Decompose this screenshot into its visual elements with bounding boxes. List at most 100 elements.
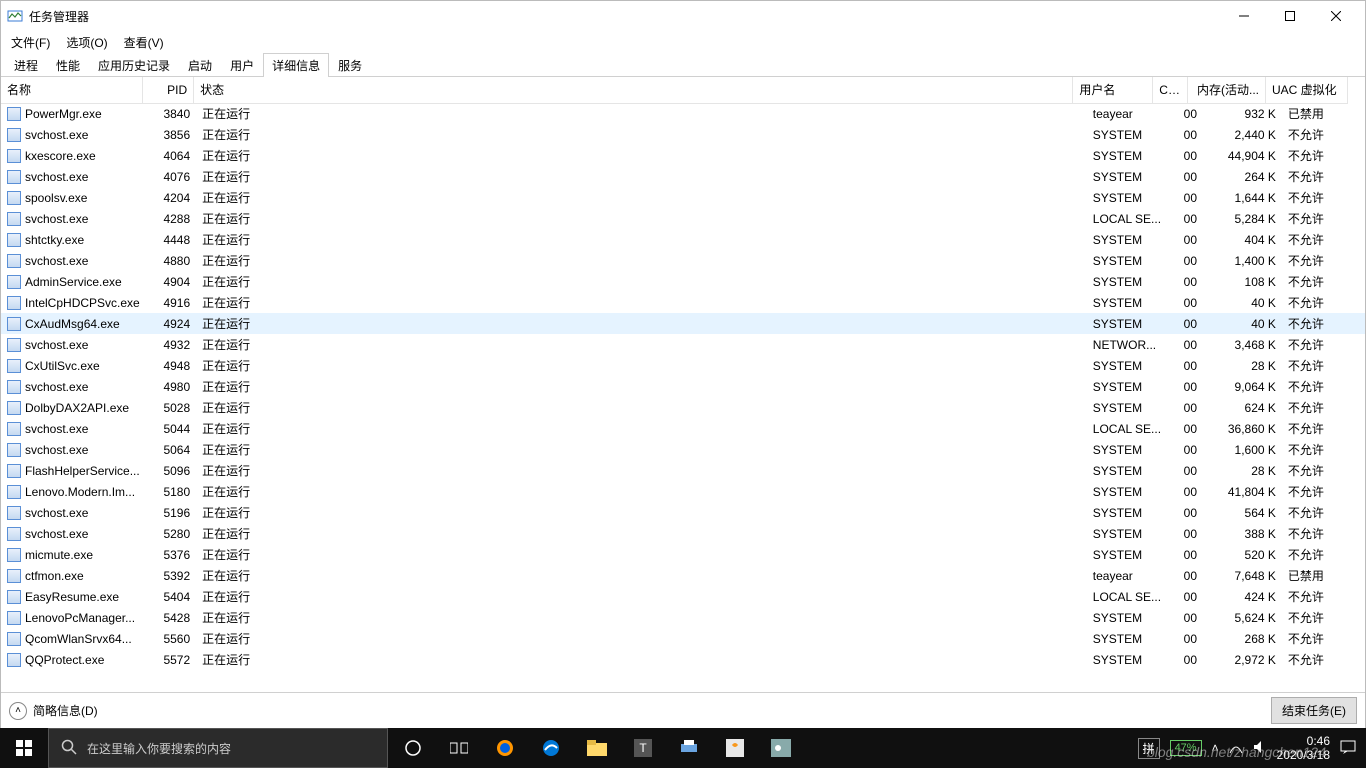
- table-row[interactable]: svchost.exe4980正在运行SYSTEM009,064 K不允许: [1, 376, 1365, 397]
- cell-cpu: 00: [1168, 229, 1203, 250]
- table-row[interactable]: svchost.exe4076正在运行SYSTEM00264 K不允许: [1, 166, 1365, 187]
- cell-cpu: 00: [1168, 544, 1203, 565]
- tray-chevron-up-icon[interactable]: ˄: [1212, 741, 1219, 755]
- table-row[interactable]: spoolsv.exe4204正在运行SYSTEM001,644 K不允许: [1, 187, 1365, 208]
- table-row[interactable]: svchost.exe5044正在运行LOCAL SE...0036,860 K…: [1, 418, 1365, 439]
- cell-mem: 40 K: [1203, 313, 1282, 334]
- table-row[interactable]: AdminService.exe4904正在运行SYSTEM00108 K不允许: [1, 271, 1365, 292]
- table-row[interactable]: svchost.exe4880正在运行SYSTEM001,400 K不允许: [1, 250, 1365, 271]
- process-icon: [7, 128, 21, 142]
- file-explorer-icon[interactable]: [574, 728, 620, 768]
- process-list-scroll[interactable]: PowerMgr.exe3840正在运行teayear00932 K已禁用svc…: [1, 103, 1365, 692]
- window-controls: [1221, 1, 1359, 31]
- col-uac-header[interactable]: UAC 虚拟化: [1265, 77, 1347, 103]
- table-row[interactable]: EasyResume.exe5404正在运行LOCAL SE...00424 K…: [1, 586, 1365, 607]
- col-cpu-header[interactable]: CPU: [1153, 77, 1188, 103]
- task-manager-window: 任务管理器 文件(F)选项(O)查看(V) 进程性能应用历史记录启动用户详细信息…: [0, 0, 1366, 729]
- cell-pid: 4288: [144, 208, 196, 229]
- menu-item-1[interactable]: 选项(O): [60, 32, 113, 53]
- menu-item-0[interactable]: 文件(F): [5, 32, 56, 53]
- tab-2[interactable]: 应用历史记录: [89, 53, 179, 77]
- task-view-icon[interactable]: [436, 728, 482, 768]
- table-row[interactable]: svchost.exe3856正在运行SYSTEM002,440 K不允许: [1, 124, 1365, 145]
- firefox-icon[interactable]: [482, 728, 528, 768]
- process-name: EasyResume.exe: [25, 590, 119, 604]
- table-row[interactable]: svchost.exe5280正在运行SYSTEM00388 K不允许: [1, 523, 1365, 544]
- table-row[interactable]: QQProtect.exe5572正在运行SYSTEM002,972 K不允许: [1, 649, 1365, 670]
- process-name: LenovoPcManager...: [25, 611, 135, 625]
- table-row[interactable]: LenovoPcManager...5428正在运行SYSTEM005,624 …: [1, 607, 1365, 628]
- process-name: DolbyDAX2API.exe: [25, 401, 129, 415]
- col-user-header[interactable]: 用户名: [1073, 77, 1153, 103]
- action-center-icon[interactable]: [1340, 740, 1356, 757]
- app-icon-t[interactable]: T: [620, 728, 666, 768]
- process-name: svchost.exe: [25, 212, 88, 226]
- col-mem-header[interactable]: 内存(活动...: [1188, 77, 1266, 103]
- table-row[interactable]: shtctky.exe4448正在运行SYSTEM00404 K不允许: [1, 229, 1365, 250]
- cell-mem: 1,600 K: [1203, 439, 1282, 460]
- cell-mem: 9,064 K: [1203, 376, 1282, 397]
- table-row[interactable]: CxAudMsg64.exe4924正在运行SYSTEM0040 K不允许: [1, 313, 1365, 334]
- java-icon[interactable]: [712, 728, 758, 768]
- table-row[interactable]: IntelCpHDCPSvc.exe4916正在运行SYSTEM0040 K不允…: [1, 292, 1365, 313]
- cell-uac: 不允许: [1282, 229, 1365, 250]
- table-row[interactable]: svchost.exe4932正在运行NETWOR...003,468 K不允许: [1, 334, 1365, 355]
- table-row[interactable]: Lenovo.Modern.Im...5180正在运行SYSTEM0041,80…: [1, 481, 1365, 502]
- tab-4[interactable]: 用户: [221, 53, 263, 77]
- cell-mem: 7,648 K: [1203, 565, 1282, 586]
- tab-0[interactable]: 进程: [5, 53, 47, 77]
- table-row[interactable]: svchost.exe5064正在运行SYSTEM001,600 K不允许: [1, 439, 1365, 460]
- col-pid-header[interactable]: PID: [142, 77, 193, 103]
- titlebar[interactable]: 任务管理器: [1, 1, 1365, 31]
- cell-pid: 5028: [144, 397, 196, 418]
- cortana-icon[interactable]: [390, 728, 436, 768]
- battery-indicator[interactable]: 47%: [1170, 740, 1202, 756]
- clock[interactable]: 0:46 2020/3/18: [1277, 734, 1330, 763]
- ime-indicator[interactable]: 拼: [1138, 738, 1160, 759]
- table-row[interactable]: DolbyDAX2API.exe5028正在运行SYSTEM00624 K不允许: [1, 397, 1365, 418]
- search-placeholder: 在这里输入你要搜索的内容: [87, 740, 231, 757]
- cell-status: 正在运行: [196, 649, 1087, 670]
- col-status-header[interactable]: 状态: [194, 77, 1073, 103]
- volume-icon[interactable]: [1253, 740, 1267, 757]
- table-row[interactable]: svchost.exe5196正在运行SYSTEM00564 K不允许: [1, 502, 1365, 523]
- table-row[interactable]: CxUtilSvc.exe4948正在运行SYSTEM0028 K不允许: [1, 355, 1365, 376]
- table-row[interactable]: micmute.exe5376正在运行SYSTEM00520 K不允许: [1, 544, 1365, 565]
- tab-3[interactable]: 启动: [179, 53, 221, 77]
- app-icon-misc[interactable]: [758, 728, 804, 768]
- cell-mem: 108 K: [1203, 271, 1282, 292]
- table-row[interactable]: ctfmon.exe5392正在运行teayear007,648 K已禁用: [1, 565, 1365, 586]
- close-button[interactable]: [1313, 1, 1359, 31]
- tab-1[interactable]: 性能: [47, 53, 89, 77]
- end-task-button[interactable]: 结束任务(E): [1271, 697, 1357, 724]
- cell-cpu: 00: [1168, 124, 1203, 145]
- table-row[interactable]: PowerMgr.exe3840正在运行teayear00932 K已禁用: [1, 103, 1365, 124]
- start-button[interactable]: [0, 728, 48, 768]
- taskbar-search[interactable]: 在这里输入你要搜索的内容: [48, 728, 388, 768]
- maximize-button[interactable]: [1267, 1, 1313, 31]
- tab-5[interactable]: 详细信息: [263, 53, 329, 77]
- table-row[interactable]: QcomWlanSrvx64...5560正在运行SYSTEM00268 K不允…: [1, 628, 1365, 649]
- menu-item-2[interactable]: 查看(V): [118, 32, 170, 53]
- process-name: svchost.exe: [25, 443, 88, 457]
- edge-icon[interactable]: [528, 728, 574, 768]
- minimize-button[interactable]: [1221, 1, 1267, 31]
- app-icon-printer[interactable]: [666, 728, 712, 768]
- system-tray[interactable]: 拼 47% ˄ 0:46 2020/3/18: [1128, 734, 1366, 763]
- cell-uac: 不允许: [1282, 355, 1365, 376]
- table-row[interactable]: FlashHelperService...5096正在运行SYSTEM0028 …: [1, 460, 1365, 481]
- tab-6[interactable]: 服务: [329, 53, 371, 77]
- table-row[interactable]: svchost.exe4288正在运行LOCAL SE...005,284 K不…: [1, 208, 1365, 229]
- col-name-header[interactable]: 名称: [1, 77, 142, 103]
- window-title: 任务管理器: [29, 8, 1221, 25]
- cell-user: SYSTEM: [1087, 628, 1168, 649]
- table-row[interactable]: kxescore.exe4064正在运行SYSTEM0044,904 K不允许: [1, 145, 1365, 166]
- cell-status: 正在运行: [196, 103, 1087, 124]
- network-icon[interactable]: [1229, 740, 1243, 757]
- fewer-details-button[interactable]: ˄ 简略信息(D): [9, 702, 98, 720]
- cell-cpu: 00: [1168, 397, 1203, 418]
- cell-status: 正在运行: [196, 271, 1087, 292]
- cell-pid: 3856: [144, 124, 196, 145]
- taskbar[interactable]: 在这里输入你要搜索的内容 T 拼 47% ˄ 0:46 2020/3/18: [0, 728, 1366, 768]
- cell-mem: 564 K: [1203, 502, 1282, 523]
